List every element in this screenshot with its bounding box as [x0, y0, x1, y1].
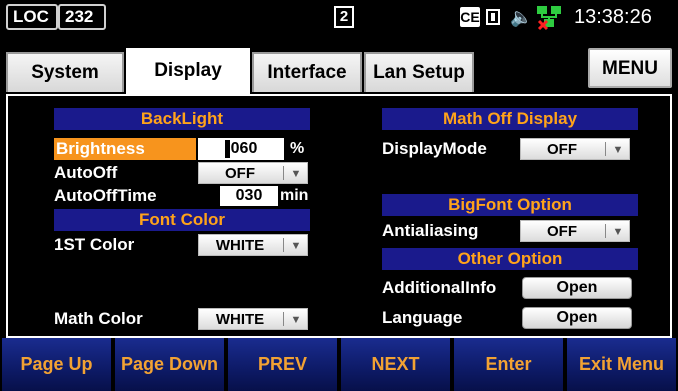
- page-indicator: 2: [334, 6, 354, 28]
- interface-indicator: 232: [58, 4, 106, 30]
- tab-bar: System Display Interface Lan Setup MENU: [0, 42, 678, 94]
- page-up-softkey[interactable]: Page Up: [0, 338, 113, 391]
- network-disconnected-icon: [537, 6, 561, 31]
- chevron-down-icon: ▼: [612, 144, 624, 156]
- autooff-select[interactable]: OFF ▼: [198, 162, 308, 184]
- tab-interface[interactable]: Interface: [252, 52, 362, 92]
- brightness-unit: %: [290, 140, 305, 157]
- remote-mode-indicator: LOC: [6, 4, 58, 30]
- page-down-softkey[interactable]: Page Down: [113, 338, 226, 391]
- chevron-down-icon: ▼: [290, 168, 302, 180]
- chevron-down-icon: ▼: [290, 314, 302, 326]
- antialiasing-label: Antialiasing: [382, 221, 479, 240]
- enter-softkey[interactable]: Enter: [452, 338, 565, 391]
- antialiasing-select[interactable]: OFF ▼: [520, 220, 630, 242]
- prev-softkey[interactable]: PREV: [226, 338, 339, 391]
- status-bar: LOC 232 2 CE 🔈 13:38:26: [0, 0, 678, 42]
- language-label: Language: [382, 308, 463, 327]
- storage-card-icon: [486, 9, 500, 25]
- brightness-label[interactable]: Brightness: [54, 138, 196, 160]
- brightness-input[interactable]: 060: [198, 138, 284, 160]
- text-cursor: [224, 139, 230, 158]
- additional-info-open-button[interactable]: Open: [522, 277, 632, 299]
- language-open-button[interactable]: Open: [522, 307, 632, 329]
- clock: 13:38:26: [574, 6, 652, 28]
- tab-display[interactable]: Display: [126, 48, 250, 94]
- ce-icon: CE: [460, 7, 480, 27]
- backlight-header: BackLight: [54, 108, 310, 130]
- softkey-bar: Page Up Page Down PREV NEXT Enter Exit M…: [0, 338, 678, 391]
- autoofftime-label: AutoOffTime: [54, 186, 157, 205]
- math-color-select[interactable]: WHITE ▼: [198, 308, 308, 330]
- chevron-down-icon: ▼: [290, 240, 302, 252]
- math-color-label: Math Color: [54, 309, 143, 328]
- display-mode-select[interactable]: OFF ▼: [520, 138, 630, 160]
- next-softkey[interactable]: NEXT: [339, 338, 452, 391]
- first-color-select[interactable]: WHITE ▼: [198, 234, 308, 256]
- speaker-icon: 🔈: [510, 7, 533, 27]
- first-color-label: 1ST Color: [54, 235, 135, 254]
- font-color-header: Font Color: [54, 209, 310, 231]
- additional-info-label: AdditionalInfo: [382, 278, 497, 297]
- math-off-display-header: Math Off Display: [382, 108, 638, 130]
- display-settings-panel: BackLight Brightness 060 % AutoOff OFF ▼…: [6, 94, 672, 338]
- autooff-label: AutoOff: [54, 163, 118, 182]
- other-option-header: Other Option: [382, 248, 638, 270]
- autoofftime-input[interactable]: 030: [220, 186, 278, 206]
- menu-button[interactable]: MENU: [588, 48, 672, 88]
- display-mode-label: DisplayMode: [382, 139, 487, 158]
- bigfont-option-header: BigFont Option: [382, 194, 638, 216]
- chevron-down-icon: ▼: [612, 226, 624, 238]
- autoofftime-unit: min: [280, 187, 309, 204]
- exit-menu-softkey[interactable]: Exit Menu: [565, 338, 678, 391]
- tab-lan-setup[interactable]: Lan Setup: [364, 52, 474, 92]
- tab-system[interactable]: System: [6, 52, 124, 92]
